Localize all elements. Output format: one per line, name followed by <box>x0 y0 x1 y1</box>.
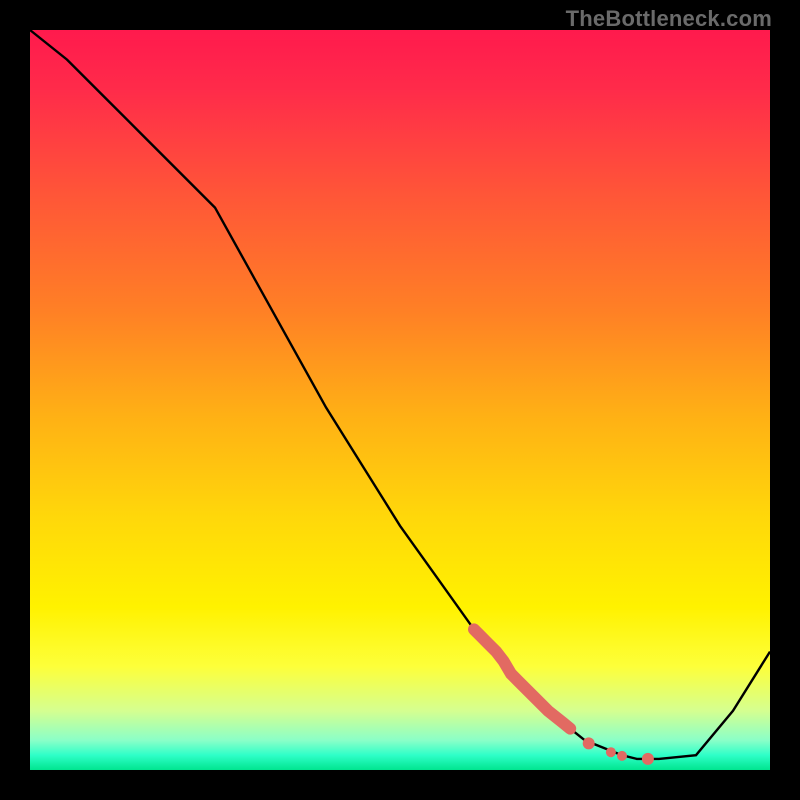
highlight-segment <box>474 629 570 728</box>
watermark-text: TheBottleneck.com <box>566 6 772 32</box>
marker-dot <box>642 753 654 765</box>
plot-area <box>30 30 770 770</box>
bottleneck-curve <box>30 30 770 759</box>
curve-layer <box>30 30 770 770</box>
marker-dot <box>606 747 616 757</box>
marker-dots <box>583 737 654 765</box>
marker-dot <box>617 751 627 761</box>
chart-container: TheBottleneck.com <box>0 0 800 800</box>
marker-dot <box>583 737 595 749</box>
